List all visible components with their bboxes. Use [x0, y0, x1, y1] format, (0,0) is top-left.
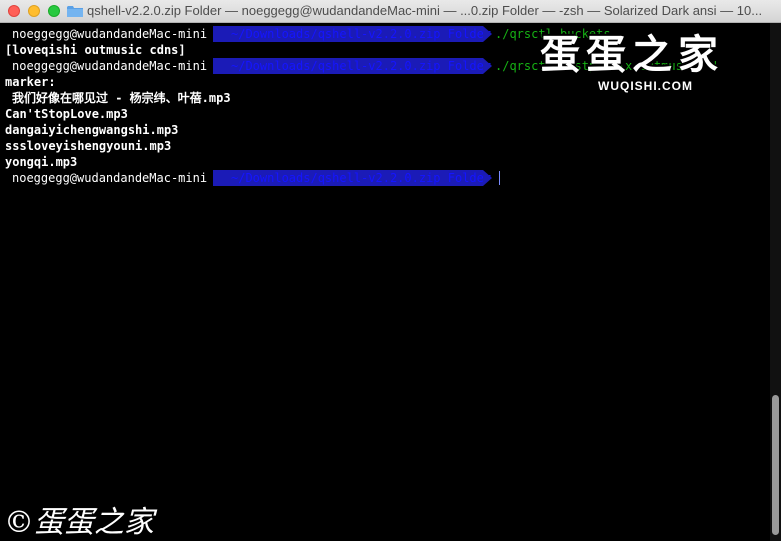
output-marker: marker:: [5, 75, 56, 89]
title-bar[interactable]: qshell-v2.2.0.zip Folder — noeggegg@wuda…: [0, 0, 781, 23]
prompt-arrow-icon: [483, 58, 492, 74]
folder-icon: [67, 6, 83, 17]
window-title: qshell-v2.2.0.zip Folder — noeggegg@wuda…: [87, 3, 763, 18]
output-file: Can'tStopLove.mp3: [5, 107, 128, 121]
prompt-path: ~/Downloads/qshell-v2.2.0.zip Folder: [213, 58, 491, 74]
minimize-button[interactable]: [28, 5, 40, 17]
watermark-bottom: ©蛋蛋之家: [4, 505, 154, 540]
command-output: [loveqishi outmusic cdns]: [5, 43, 186, 57]
scrollbar-thumb[interactable]: [772, 395, 779, 535]
zoom-button[interactable]: [48, 5, 60, 17]
prompt-user: noeggegg@wudandandeMac-mini: [5, 58, 213, 74]
prompt-path: ~/Downloads/qshell-v2.2.0.zip Folder: [213, 26, 491, 42]
prompt-user: noeggegg@wudandandeMac-mini: [5, 170, 213, 186]
output-file: 我们好像在哪见过 - 杨宗纬、叶蓓.mp3: [12, 91, 231, 105]
output-file: sssloveyishengyouni.mp3: [5, 139, 172, 153]
prompt-arrow-icon: [483, 170, 492, 186]
watermark-logo: 蛋蛋之家 WUQISHI.COM: [540, 22, 775, 102]
prompt-line: noeggegg@wudandandeMac-mini ~/Downloads/…: [5, 170, 765, 186]
text-cursor: [499, 171, 500, 185]
prompt-path: ~/Downloads/qshell-v2.2.0.zip Folder: [213, 170, 491, 186]
watermark-chars: 蛋蛋之家: [540, 31, 724, 78]
prompt-arrow-icon: [483, 26, 492, 42]
prompt-user: noeggegg@wudandandeMac-mini: [5, 26, 213, 42]
output-file: dangaiyichengwangshi.mp3: [5, 123, 179, 137]
watermark-site: WUQISHI.COM: [598, 79, 693, 93]
output-file: yongqi.mp3: [5, 155, 78, 169]
terminal-window: qshell-v2.2.0.zip Folder — noeggegg@wuda…: [0, 0, 781, 541]
close-button[interactable]: [8, 5, 20, 17]
